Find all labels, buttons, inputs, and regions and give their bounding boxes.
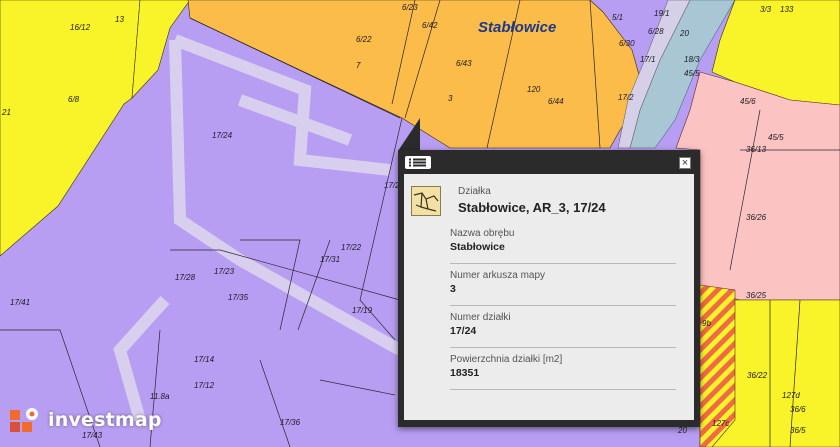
place-label: Stabłowice — [478, 19, 556, 36]
close-icon: × — [681, 157, 689, 169]
svg-text:17/24: 17/24 — [212, 131, 233, 140]
object-title: Stabłowice, AR_3, 17/24 — [458, 200, 606, 215]
svg-text:3: 3 — [448, 94, 453, 103]
svg-text:36/25: 36/25 — [746, 291, 767, 300]
field-value: 17/24 — [450, 325, 477, 337]
field-value: 3 — [450, 283, 456, 295]
svg-text:36/13: 36/13 — [746, 145, 767, 154]
svg-text:17/22: 17/22 — [341, 243, 362, 252]
svg-text:36/5: 36/5 — [790, 426, 806, 435]
popup-body: Działka Stabłowice, AR_3, 17/24 Nazwa ob… — [404, 174, 694, 420]
field-parcel-area: Powierzchnia działki [m2] 18351 — [450, 348, 676, 390]
svg-text:36/22: 36/22 — [747, 371, 768, 380]
parcel-info-popup: × Działka Stabłowice, AR_3, 17/24 Nazwa … — [398, 150, 700, 427]
field-label: Numer działki — [450, 312, 511, 323]
svg-text:127d: 127d — [782, 391, 800, 400]
svg-text:17/1: 17/1 — [640, 55, 656, 64]
popup-header: × — [398, 150, 700, 174]
svg-text:6/42: 6/42 — [422, 21, 438, 30]
svg-text:36/6: 36/6 — [790, 405, 806, 414]
field-label: Nazwa obrębu — [450, 228, 515, 239]
svg-text:45/5: 45/5 — [684, 69, 700, 78]
field-value: 18351 — [450, 367, 480, 379]
svg-text:17/31: 17/31 — [320, 255, 340, 264]
svg-text:45/6: 45/6 — [740, 97, 756, 106]
popup-pointer — [398, 118, 420, 151]
svg-text:3/3: 3/3 — [760, 5, 772, 14]
brand-name: investmap — [48, 409, 162, 431]
svg-text:17/14: 17/14 — [194, 355, 215, 364]
field-district: Nazwa obrębu Stabłowice — [450, 222, 676, 264]
svg-text:11.8a: 11.8a — [150, 392, 170, 401]
svg-text:6/30: 6/30 — [619, 39, 635, 48]
svg-text:120: 120 — [527, 85, 541, 94]
svg-text:17/28: 17/28 — [175, 273, 196, 282]
svg-text:16/12: 16/12 — [70, 23, 91, 32]
close-button[interactable]: × — [679, 157, 691, 169]
svg-text:21: 21 — [1, 108, 11, 117]
svg-text:36/26: 36/26 — [746, 213, 767, 222]
parcel-map-icon — [411, 186, 441, 216]
svg-text:6/23: 6/23 — [402, 3, 418, 12]
svg-text:18/3: 18/3 — [684, 55, 700, 64]
svg-text:17/12: 17/12 — [194, 381, 215, 390]
svg-text:6/8: 6/8 — [68, 95, 80, 104]
svg-text:20: 20 — [679, 29, 689, 38]
svg-text:19/1: 19/1 — [654, 9, 670, 18]
svg-text:17/35: 17/35 — [228, 293, 249, 302]
field-parcel-number: Numer działki 17/24 — [450, 306, 676, 348]
svg-text:133: 133 — [780, 5, 794, 14]
logo-mark-icon — [10, 408, 38, 432]
field-value: Stabłowice — [450, 241, 505, 253]
svg-text:17/41: 17/41 — [10, 298, 30, 307]
field-sheet-number: Numer arkusza mapy 3 — [450, 264, 676, 306]
svg-text:17/43: 17/43 — [82, 431, 103, 440]
svg-text:6/44: 6/44 — [548, 97, 564, 106]
svg-text:17/2: 17/2 — [618, 93, 634, 102]
list-icon[interactable] — [405, 156, 431, 169]
svg-text:9b: 9b — [702, 319, 711, 328]
svg-text:127c: 127c — [712, 419, 729, 428]
object-type: Działka — [458, 186, 491, 197]
svg-text:17/36: 17/36 — [280, 418, 301, 427]
svg-text:20: 20 — [677, 426, 687, 435]
svg-text:6/22: 6/22 — [356, 35, 372, 44]
field-label: Powierzchnia działki [m2] — [450, 354, 563, 365]
investmap-logo[interactable]: investmap — [8, 404, 162, 440]
svg-text:17/19: 17/19 — [352, 306, 373, 315]
svg-text:5/1: 5/1 — [612, 13, 623, 22]
svg-text:45/5: 45/5 — [768, 133, 784, 142]
service-zone — [675, 71, 840, 301]
svg-text:17/23: 17/23 — [214, 267, 235, 276]
svg-text:6/28: 6/28 — [648, 27, 664, 36]
svg-text:7: 7 — [356, 61, 361, 70]
svg-text:6/43: 6/43 — [456, 59, 472, 68]
field-label: Numer arkusza mapy — [450, 270, 546, 281]
svg-text:13: 13 — [115, 15, 124, 24]
